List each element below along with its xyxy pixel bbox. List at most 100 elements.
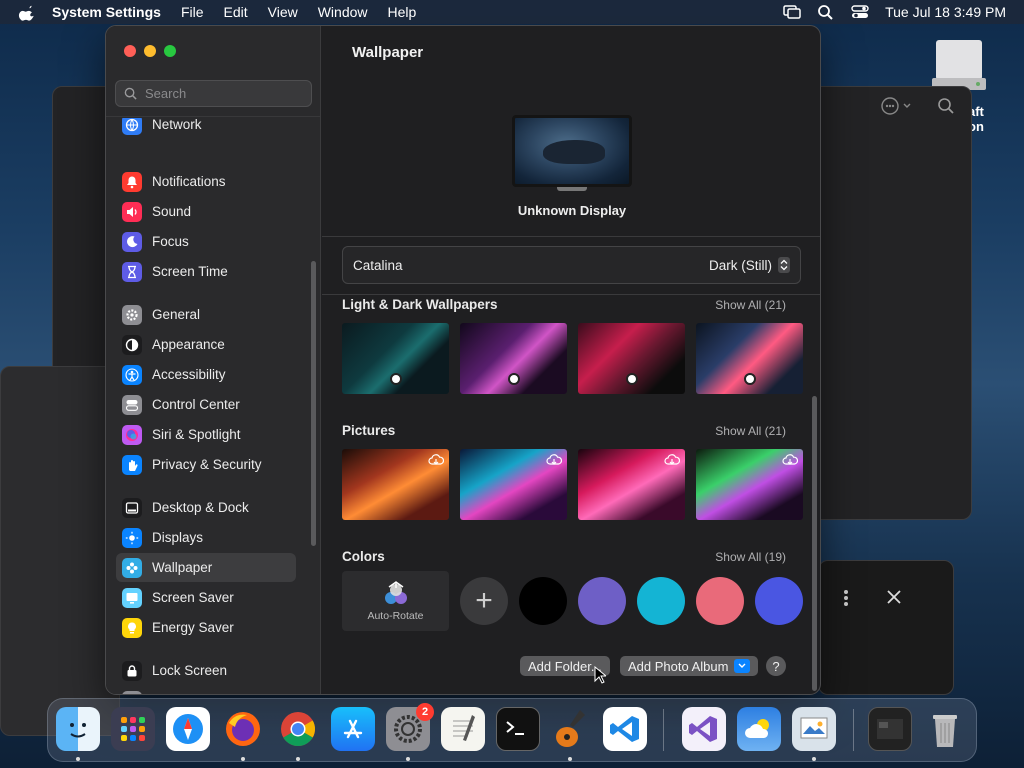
preview-icon[interactable] <box>792 707 836 751</box>
sidebar-item-label: Network <box>152 117 202 132</box>
wallpaper-mode-value[interactable]: Dark (Still) <box>709 258 772 273</box>
show-all-pictures-button[interactable]: Show All (21) <box>715 424 786 438</box>
lock-icon <box>122 660 142 681</box>
add-color-button[interactable]: + <box>460 577 508 625</box>
sidebar-item-displays[interactable]: Displays <box>116 523 296 552</box>
zoom-window-button[interactable] <box>164 45 176 57</box>
menu-bar: System Settings File Edit View Window He… <box>0 0 1024 24</box>
recent-item-thumbnail[interactable] <box>868 707 912 751</box>
textedit-icon[interactable] <box>441 707 485 751</box>
spotlight-search-icon[interactable] <box>817 4 835 20</box>
wallpaper-thumbnail[interactable] <box>696 449 803 520</box>
wallpaper-thumbnail[interactable] <box>342 323 449 394</box>
firefox-icon[interactable] <box>221 707 265 751</box>
notification-badge: 2 <box>416 703 434 721</box>
sidebar-item-notifications[interactable]: Notifications <box>116 167 296 196</box>
sidebar-item-login-password[interactable]: Login Password <box>116 686 296 694</box>
search-field[interactable] <box>115 80 312 107</box>
show-all-colors-button[interactable]: Show All (19) <box>715 550 786 564</box>
running-indicator <box>406 757 410 761</box>
wallpaper-thumbnail[interactable] <box>578 449 685 520</box>
color-swatch-pink[interactable] <box>696 577 744 625</box>
menu-file[interactable]: File <box>181 4 204 20</box>
menu-window[interactable]: Window <box>318 4 368 20</box>
menu-help[interactable]: Help <box>388 4 417 20</box>
app-store-icon[interactable] <box>331 707 375 751</box>
color-swatch-black[interactable] <box>519 577 567 625</box>
sidebar-item-focus[interactable]: Focus <box>116 227 296 256</box>
screen-mirroring-icon[interactable] <box>783 4 801 20</box>
color-swatch-cyan[interactable] <box>637 577 685 625</box>
external-drive-icon[interactable] <box>930 38 988 92</box>
wallpaper-thumbnail[interactable] <box>696 323 803 394</box>
chevron-updown-icon[interactable] <box>778 257 790 273</box>
safari-icon[interactable] <box>166 707 210 751</box>
sidebar-item-wallpaper[interactable]: Wallpaper <box>116 553 296 582</box>
sidebar-item-privacy-and-security[interactable]: Privacy & Security <box>116 450 296 479</box>
sidebar-item-appearance[interactable]: Appearance <box>116 330 296 359</box>
sidebar-item-label: Desktop & Dock <box>152 500 249 515</box>
vscode-icon[interactable] <box>603 707 647 751</box>
auto-rotate-tile[interactable]: Auto-Rotate <box>342 571 449 631</box>
add-photo-album-button[interactable]: Add Photo Album <box>620 656 759 676</box>
launchpad-icon[interactable] <box>111 707 155 751</box>
running-indicator <box>812 757 816 761</box>
control-center-icon[interactable] <box>851 4 869 20</box>
garageband-icon[interactable] <box>548 707 592 751</box>
content-scrollbar[interactable] <box>812 396 817 691</box>
dynamic-appearance-icon <box>744 373 756 385</box>
toggle-icon <box>122 394 142 415</box>
system-settings-icon[interactable]: 2 <box>386 703 434 751</box>
display-preview[interactable] <box>512 115 632 191</box>
close-window-button[interactable] <box>124 45 136 57</box>
wallpaper-preview-image <box>512 115 632 187</box>
wallpaper-thumbnail[interactable] <box>460 323 567 394</box>
wallpaper-thumbnail[interactable] <box>342 449 449 520</box>
color-swatch-blue[interactable] <box>755 577 803 625</box>
sidebar-item-desktop-and-dock[interactable]: Desktop & Dock <box>116 493 296 522</box>
visual-studio-icon[interactable] <box>682 707 726 751</box>
chevron-down-icon[interactable] <box>734 659 751 673</box>
color-swatch-purple[interactable] <box>578 577 626 625</box>
more-options-icon <box>881 97 911 115</box>
background-browser-window <box>0 366 120 736</box>
section-title-pictures: Pictures <box>342 423 396 438</box>
sidebar-item-sound[interactable]: Sound <box>116 197 296 226</box>
sidebar-item-energy-saver[interactable]: Energy Saver <box>116 613 296 642</box>
globe-icon <box>122 118 142 135</box>
cloud-download-icon <box>428 454 444 465</box>
wallpaper-thumbnail[interactable] <box>578 323 685 394</box>
menu-view[interactable]: View <box>268 4 298 20</box>
trash-icon[interactable] <box>923 707 967 751</box>
sidebar-scrollbar[interactable] <box>311 261 316 546</box>
wallpaper-thumbnail[interactable] <box>460 449 567 520</box>
finder-icon[interactable] <box>56 707 100 751</box>
help-button[interactable]: ? <box>766 656 786 676</box>
apple-icon[interactable] <box>18 3 36 21</box>
key-icon <box>122 690 142 694</box>
sidebar-item-network[interactable]: Network <box>116 117 296 139</box>
sidebar: Network Notifications Sound Focus Screen Tim… <box>106 26 321 694</box>
show-all-light-dark-button[interactable]: Show All (21) <box>715 298 786 312</box>
sidebar-item-lock-screen[interactable]: Lock Screen <box>116 656 296 685</box>
chrome-icon[interactable] <box>276 707 320 751</box>
weather-icon[interactable] <box>737 707 781 751</box>
sidebar-item-screen-time[interactable]: Screen Time <box>116 257 296 286</box>
moon-icon <box>122 231 142 252</box>
sidebar-item-general[interactable]: General <box>116 300 296 329</box>
minimize-window-button[interactable] <box>144 45 156 57</box>
sidebar-item-siri-and-spotlight[interactable]: Siri & Spotlight <box>116 420 296 449</box>
sidebar-item-accessibility[interactable]: Accessibility <box>116 360 296 389</box>
page-title: Wallpaper <box>352 44 424 61</box>
sidebar-item-control-center[interactable]: Control Center <box>116 390 296 419</box>
menu-clock[interactable]: Tue Jul 18 3:49 PM <box>885 4 1006 20</box>
background-video-window <box>818 560 954 695</box>
menu-edit[interactable]: Edit <box>224 4 248 20</box>
cloud-download-icon <box>782 454 798 465</box>
menu-app-name[interactable]: System Settings <box>52 4 161 20</box>
search-input[interactable] <box>145 86 305 101</box>
wallpaper-mode-selector[interactable]: Catalina Dark (Still) <box>342 246 801 284</box>
sidebar-item-screen-saver[interactable]: Screen Saver <box>116 583 296 612</box>
sidebar-item-label: Wallpaper <box>152 560 213 575</box>
terminal-icon[interactable] <box>496 707 540 751</box>
